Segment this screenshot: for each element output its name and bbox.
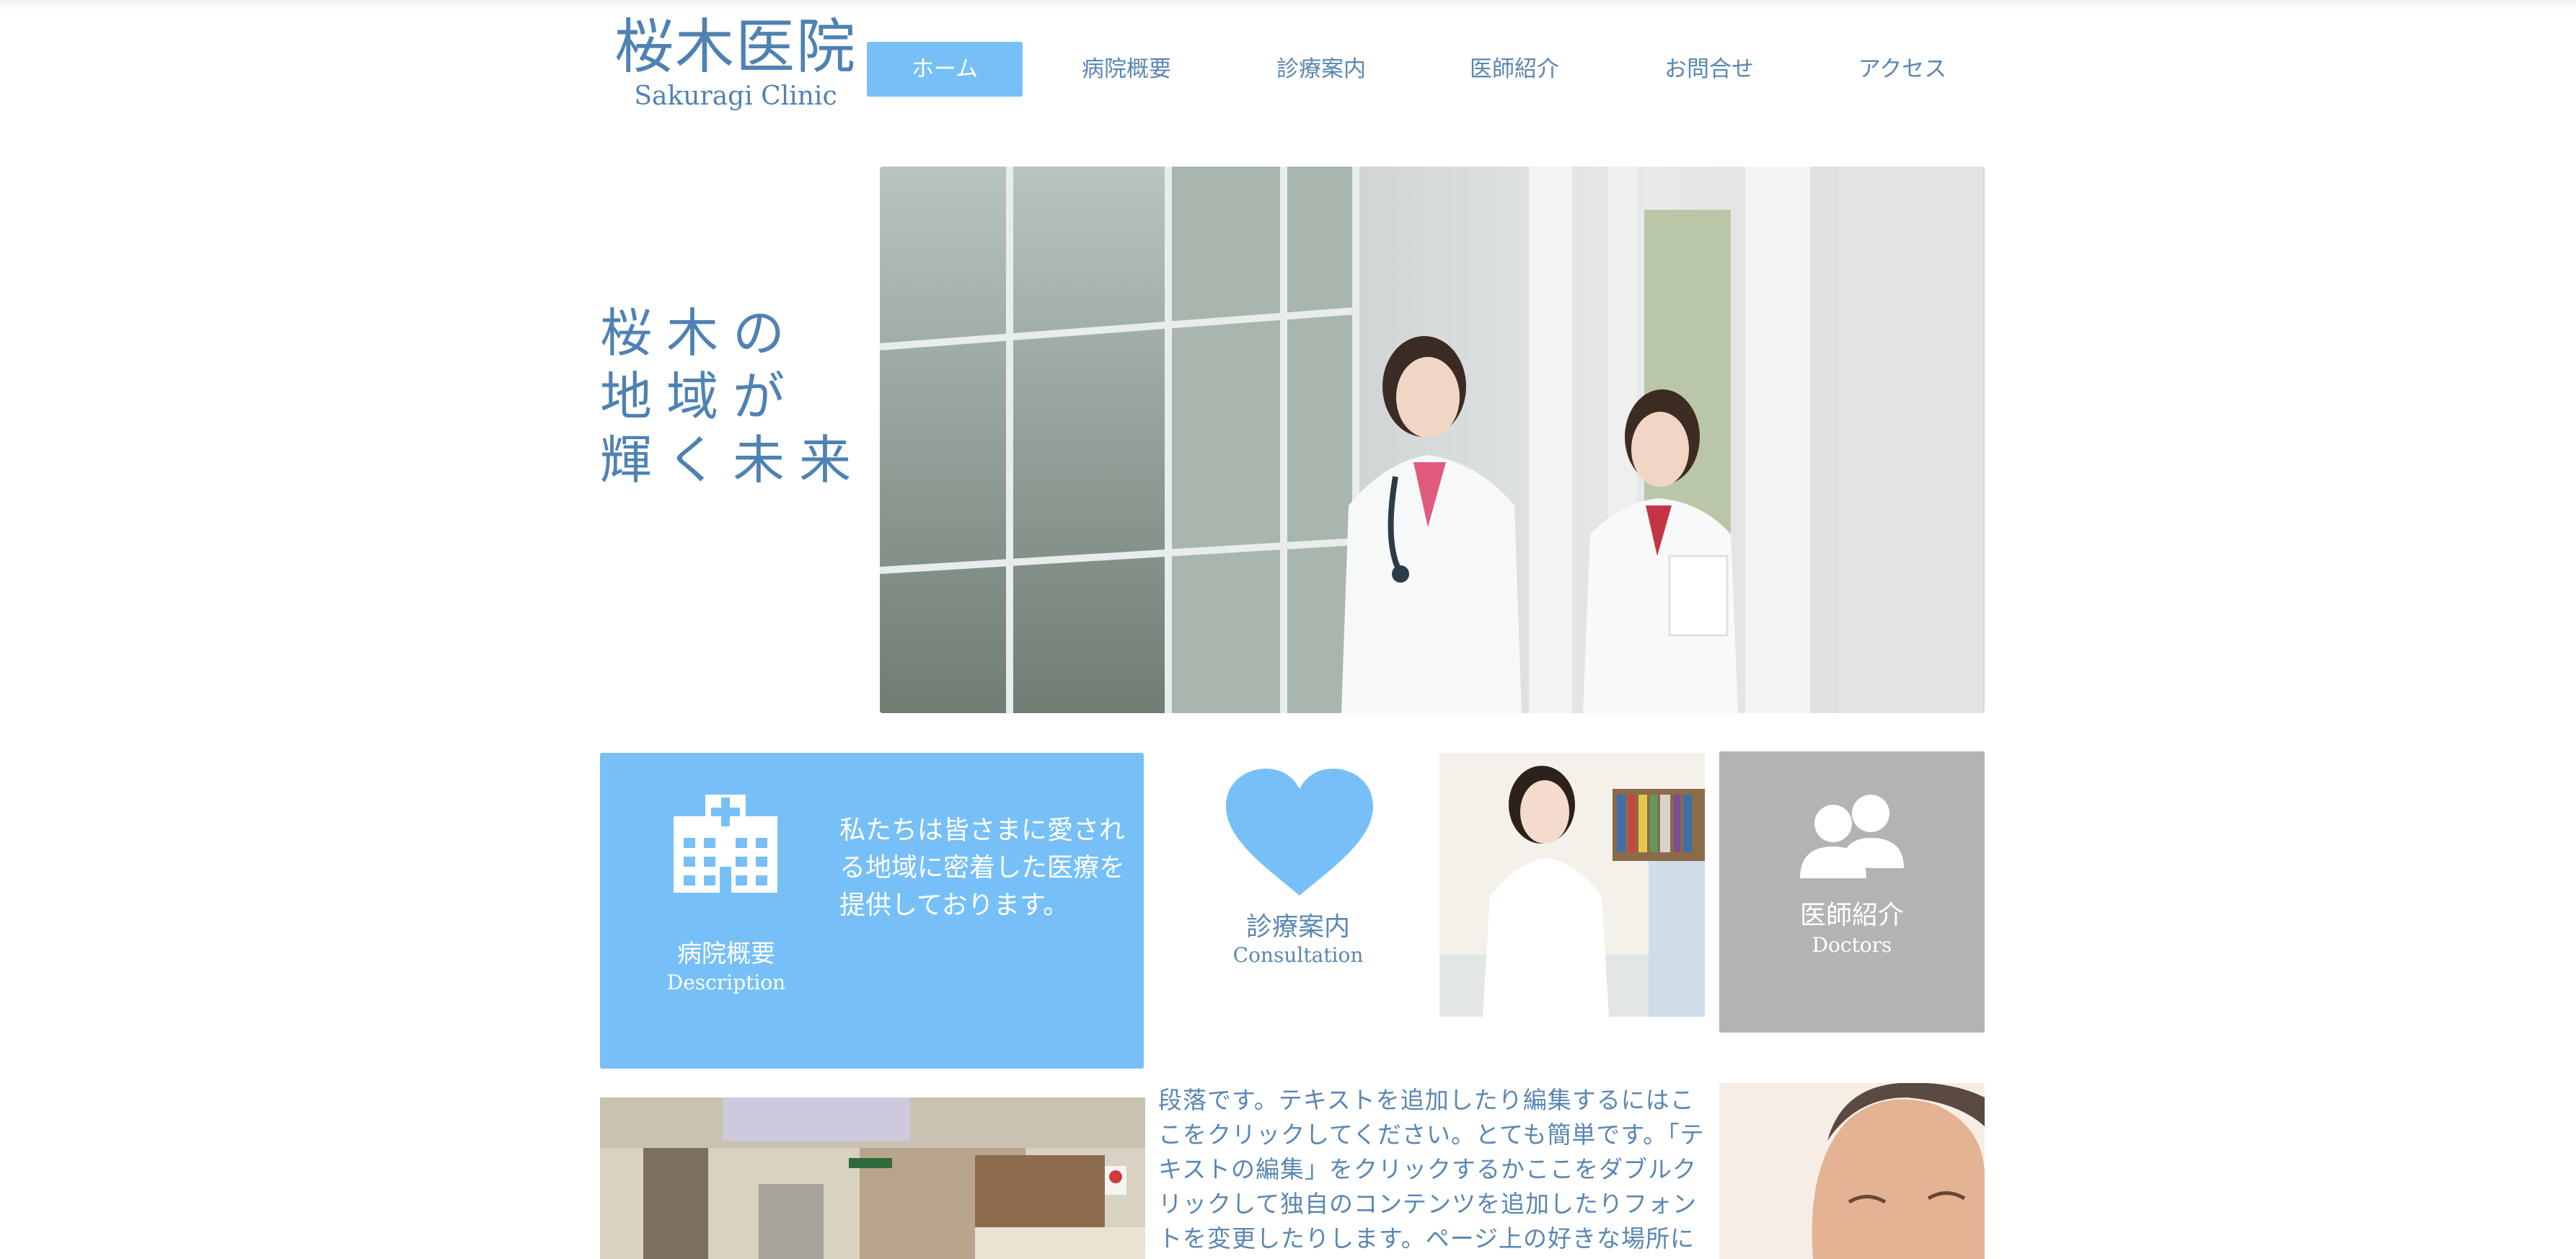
tile-doctors-label: 医師紹介 (1799, 901, 1904, 930)
nurse-photo (1439, 753, 1705, 1017)
nav-item-consultation[interactable]: 診療案内 (1243, 42, 1399, 97)
tile-doctors-sublabel: Doctors (1812, 933, 1892, 957)
main-nav: ホーム 病院概要 診療案内 医師紹介 お問合せ アクセス (867, 42, 1985, 97)
heart-icon (1226, 769, 1373, 896)
top-shadow (0, 0, 2576, 10)
logo-subtitle[interactable]: Sakuragi Clinic (613, 78, 858, 115)
tile-doctors[interactable]: 医師紹介 Doctors (1719, 751, 1985, 1033)
hospital-icon (674, 795, 777, 893)
tile-consultation[interactable]: 診療案内 Consultation (1161, 753, 1435, 1020)
people-icon (1800, 793, 1904, 878)
body-paragraph: 段落です。テキストを追加したり編集するにはここをクリックしてください。とても簡単… (1158, 1086, 1705, 1253)
tile-description-text: 私たちは皆さまに愛される地域に密着した医療を提供しております。 (839, 816, 1126, 920)
logo-title[interactable]: 桜木医院 (613, 10, 858, 85)
nav-item-doctors[interactable]: 医師紹介 (1437, 42, 1592, 97)
tile-description-sublabel: Description (666, 971, 786, 994)
tile-consultation-sublabel: Consultation (1232, 943, 1364, 967)
nav-item-overview[interactable]: 病院概要 (1049, 42, 1204, 97)
tile-consultation-label: 診療案内 (1245, 912, 1350, 942)
nav-item-access[interactable]: アクセス (1825, 42, 1980, 97)
hero-headline: 桜木の 地域が 輝く未来 (600, 301, 874, 492)
tile-description[interactable]: 病院概要 Description 私たちは皆さまに愛される地域に密着した医療を提… (600, 753, 1144, 1069)
hero-line-2: 地域が (600, 366, 800, 427)
page: 桜木医院 Sakuragi Clinic ホーム 病院概要 診療案内 医師紹介 … (0, 0, 2576, 1259)
senior-man-photo (1719, 1083, 1985, 1259)
nav-item-contact[interactable]: お問合せ (1631, 42, 1787, 97)
tile-description-label: 病院概要 (677, 940, 775, 968)
hero-line-3: 輝く未来 (600, 430, 866, 490)
nav-item-home[interactable]: ホーム (867, 42, 1023, 97)
lobby-photo (600, 1097, 1145, 1259)
hero-line-1: 桜木の (600, 303, 800, 363)
hero-photo-doctors (880, 167, 1985, 713)
